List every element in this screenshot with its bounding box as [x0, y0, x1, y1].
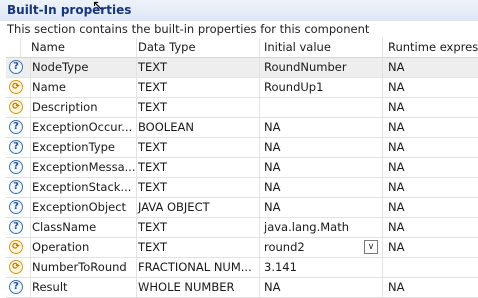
row-icon-cell: ? [6, 118, 30, 137]
chevron-down-icon[interactable]: ∨ [364, 240, 378, 254]
property-name: ClassName [30, 218, 137, 237]
property-runtime-expression[interactable]: NA [382, 218, 478, 237]
property-initial-value[interactable]: NA [259, 158, 387, 177]
section-description: This section contains the built-in prope… [7, 22, 370, 36]
property-name: Description [30, 98, 137, 117]
help-icon: ? [9, 60, 23, 74]
property-name: ExceptionType [30, 138, 137, 157]
property-initial-value[interactable]: NA [259, 138, 387, 157]
help-icon: ? [9, 120, 23, 134]
row-icon-cell: ⟳ [6, 98, 30, 117]
table-header-row: Name Data Type Initial value Runtime exp… [6, 38, 478, 58]
table-row[interactable]: ? ExceptionObject JAVA OBJECT NA NA [6, 198, 478, 218]
table-row[interactable]: ? ClassName TEXT java.lang.Math NA [6, 218, 478, 238]
property-runtime-expression[interactable]: NA [382, 98, 478, 117]
property-initial-value[interactable]: RoundNumber [259, 58, 387, 77]
warning-icon: ⟳ [9, 240, 23, 254]
property-initial-value[interactable]: NA [259, 178, 387, 197]
row-icon-cell: ? [6, 58, 30, 77]
help-icon: ? [9, 200, 23, 214]
mouse-cursor-icon: ↖ [92, 0, 104, 14]
table-row[interactable]: ? ExceptionStack... TEXT NA NA [6, 178, 478, 198]
help-icon: ? [9, 160, 23, 174]
row-icon-cell: ⟳ [6, 78, 30, 97]
property-runtime-expression[interactable]: NA [382, 138, 478, 157]
row-icon-cell: ? [6, 158, 30, 177]
property-name: ExceptionMessa... [30, 158, 137, 177]
table-row[interactable]: ? ExceptionType TEXT NA NA [6, 138, 478, 158]
property-initial-value[interactable]: RoundUp1 [259, 78, 387, 97]
property-initial-value[interactable]: NA [259, 118, 387, 137]
table-row[interactable]: ? NodeType TEXT RoundNumber NA [6, 58, 478, 78]
property-runtime-expression[interactable]: NA [382, 78, 478, 97]
section-header: Built-In properties [0, 0, 478, 21]
row-icon-cell: ? [6, 218, 30, 237]
table-row[interactable]: ? ExceptionOccur... BOOLEAN NA NA [6, 118, 478, 138]
table-row[interactable]: ⟳ Description TEXT NA [6, 98, 478, 118]
properties-table: Name Data Type Initial value Runtime exp… [6, 38, 478, 298]
property-initial-value[interactable]: NA [259, 278, 387, 297]
table-row[interactable]: ? Result WHOLE NUMBER NA NA [6, 278, 478, 298]
property-data-type: FRACTIONAL NUM... [136, 258, 261, 277]
table-row[interactable]: ⟳ NumberToRound FRACTIONAL NUM... 3.141 [6, 258, 478, 278]
warning-icon: ⟳ [9, 260, 23, 274]
property-name: ExceptionObject [30, 198, 137, 217]
property-name: ExceptionStack... [30, 178, 137, 197]
property-runtime-expression[interactable]: NA [382, 198, 478, 217]
property-initial-value[interactable]: java.lang.Math [259, 218, 387, 237]
property-initial-value[interactable]: 3.141 [259, 258, 387, 277]
property-data-type: JAVA OBJECT [136, 198, 261, 217]
column-header-name[interactable]: Name [20, 38, 136, 57]
property-name: NumberToRound [30, 258, 137, 277]
help-icon: ? [9, 140, 23, 154]
property-data-type: BOOLEAN [136, 118, 261, 137]
row-icon-cell: ? [6, 198, 30, 217]
property-name: Result [30, 278, 137, 297]
property-data-type: TEXT [136, 238, 261, 257]
row-icon-cell: ? [6, 278, 30, 297]
section-title: Built-In properties [7, 3, 132, 17]
row-icon-cell: ? [6, 178, 30, 197]
property-data-type: TEXT [136, 138, 261, 157]
property-runtime-expression[interactable] [382, 258, 478, 277]
help-icon: ? [9, 180, 23, 194]
row-icon-cell: ? [6, 138, 30, 157]
property-data-type: TEXT [136, 58, 261, 77]
property-runtime-expression[interactable]: NA [382, 238, 478, 257]
help-icon: ? [9, 280, 23, 294]
property-name: ExceptionOccur... [30, 118, 137, 137]
column-header-data-type[interactable]: Data Type [136, 38, 261, 57]
property-runtime-expression[interactable]: NA [382, 118, 478, 137]
property-name: NodeType [30, 58, 137, 77]
property-initial-value[interactable]: NA [259, 198, 387, 217]
property-data-type: WHOLE NUMBER [136, 278, 261, 297]
property-name: Name [30, 78, 137, 97]
column-header-runtime-expression[interactable]: Runtime expressi [382, 38, 478, 57]
property-runtime-expression[interactable]: NA [382, 158, 478, 177]
property-runtime-expression[interactable]: NA [382, 178, 478, 197]
column-header-initial-value[interactable]: Initial value [259, 38, 387, 57]
warning-icon: ⟳ [9, 100, 23, 114]
row-icon-cell: ⟳ [6, 238, 30, 257]
warning-icon: ⟳ [9, 80, 23, 94]
help-icon: ? [9, 220, 23, 234]
property-data-type: TEXT [136, 78, 261, 97]
property-name: Operation [30, 238, 137, 257]
table-row[interactable]: ⟳ Name TEXT RoundUp1 NA [6, 78, 478, 98]
property-runtime-expression[interactable]: NA [382, 58, 478, 77]
property-initial-value[interactable] [259, 98, 387, 117]
table-row[interactable]: ⟳ Operation TEXT round2 ∨ NA [6, 238, 478, 258]
table-row[interactable]: ? ExceptionMessa... TEXT NA NA [6, 158, 478, 178]
property-runtime-expression[interactable]: NA [382, 278, 478, 297]
property-data-type: TEXT [136, 178, 261, 197]
property-data-type: TEXT [136, 158, 261, 177]
property-data-type: TEXT [136, 218, 261, 237]
property-data-type: TEXT [136, 98, 261, 117]
row-icon-cell: ⟳ [6, 258, 30, 277]
